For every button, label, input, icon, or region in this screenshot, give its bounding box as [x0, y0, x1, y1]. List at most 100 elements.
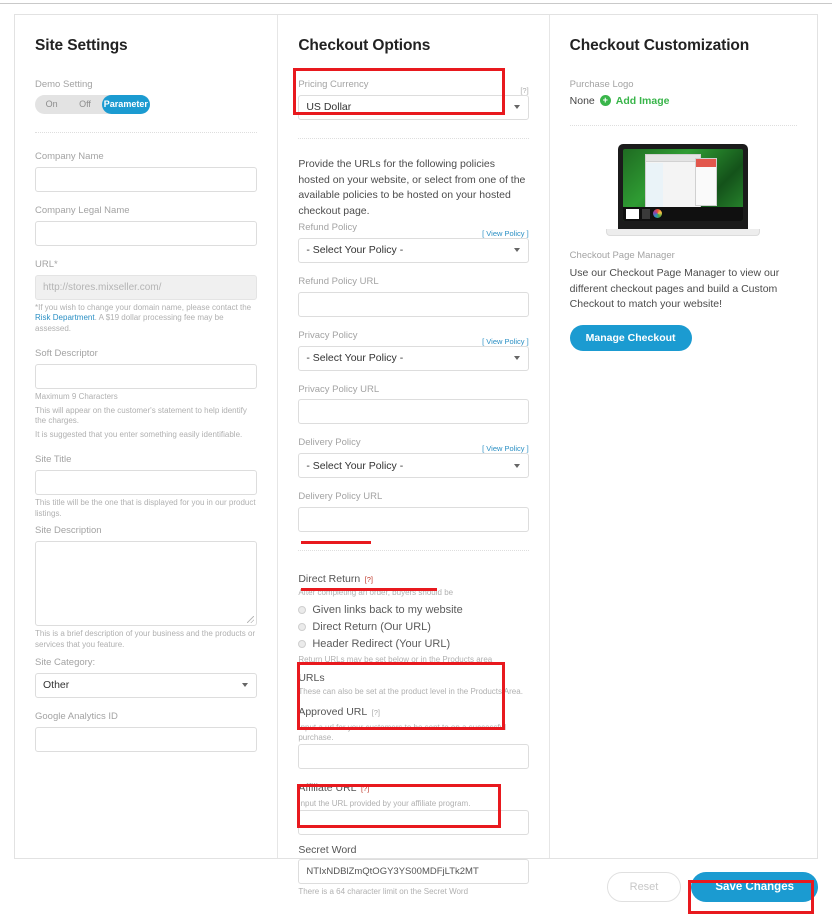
plus-icon[interactable]: + — [599, 95, 611, 107]
direct-return-description: After completing an order, buyers should… — [298, 588, 454, 598]
privacy-policy-label: Privacy Policy — [298, 329, 358, 341]
checkout-options-title: Checkout Options — [298, 37, 431, 54]
checkout-page-manager-label: Checkout Page Manager — [569, 249, 675, 261]
radio-label: Header Redirect (Your URL) — [312, 637, 451, 650]
url-hint-1: *If you wish to change your domain name,… — [35, 302, 252, 312]
divider — [298, 550, 529, 552]
delivery-policy-view-link[interactable]: [ View Policy ] — [482, 444, 529, 453]
site-category-label: Site Category: — [35, 656, 96, 668]
company-legal-name-input[interactable] — [35, 220, 258, 246]
chevron-down-icon — [513, 356, 520, 360]
checkout-page-manager-description: Use our Checkout Page Manager to view ou… — [569, 266, 780, 311]
divider — [569, 124, 797, 126]
chevron-down-icon — [242, 683, 249, 688]
site-description-hint: This is a brief description of your busi… — [35, 629, 256, 650]
url-input[interactable] — [35, 274, 258, 300]
url-hint: *If you wish to change your domain name,… — [35, 303, 257, 335]
preview-window-secondary — [695, 157, 718, 206]
refund-policy-url-input[interactable] — [298, 291, 529, 317]
approved-url-input[interactable] — [298, 744, 529, 770]
pricing-currency-help-icon[interactable]: [?] — [520, 86, 528, 95]
save-changes-button[interactable]: Save Changes — [691, 872, 818, 902]
delivery-policy-select[interactable]: - Select Your Policy - — [298, 453, 529, 479]
demo-setting-toggle[interactable]: On Off Parameter — [35, 94, 150, 114]
urls-section-label: URLs — [298, 671, 325, 684]
delivery-policy-url-label: Delivery Policy URL — [298, 491, 383, 503]
delivery-policy-url-input[interactable] — [298, 507, 529, 533]
privacy-policy-view-link[interactable]: [ View Policy ] — [482, 337, 529, 346]
footer-actions: Reset Save Changes — [14, 872, 818, 902]
delivery-policy-label: Delivery Policy — [298, 437, 361, 449]
page-title: Site Settings — [35, 37, 128, 54]
soft-descriptor-hint-2: This will appear on the customer's state… — [35, 405, 247, 426]
chevron-down-icon — [513, 105, 520, 110]
site-title-input[interactable] — [35, 469, 258, 495]
laptop-base — [606, 228, 761, 236]
google-analytics-input[interactable] — [35, 726, 258, 752]
approved-url-hint: Input a url for your customers to be sen… — [298, 722, 507, 743]
delivery-policy-value: - Select Your Policy - — [306, 459, 404, 472]
toggle-option-off[interactable]: Off — [68, 95, 101, 114]
soft-descriptor-label: Soft Descriptor — [35, 347, 98, 359]
top-bar — [0, 0, 832, 4]
affiliate-url-help-icon[interactable]: [?] — [361, 784, 369, 793]
google-analytics-label: Google Analytics ID — [35, 710, 118, 722]
url-label: URL* — [35, 258, 58, 270]
refund-policy-value: - Select Your Policy - — [306, 244, 404, 257]
direct-return-section: Direct Return [?] After completing an or… — [298, 569, 528, 666]
checkout-preview-image — [570, 143, 797, 236]
secret-word-label: Secret Word — [298, 843, 357, 856]
site-category-value: Other — [43, 679, 70, 692]
site-title-label: Site Title — [35, 453, 72, 465]
privacy-policy-select[interactable]: - Select Your Policy - — [298, 345, 529, 371]
manage-checkout-button[interactable]: Manage Checkout — [569, 325, 692, 351]
site-description-textarea[interactable] — [35, 541, 258, 627]
company-name-input[interactable] — [35, 166, 258, 192]
direct-return-hint: Return URLs may be set below or in the P… — [298, 654, 493, 664]
pricing-currency-select[interactable]: US Dollar — [298, 94, 529, 120]
privacy-policy-url-input[interactable] — [298, 399, 529, 425]
direct-return-help-icon[interactable]: [?] — [365, 575, 373, 584]
affiliate-url-group: Affiliate URL [?] Input the URL provided… — [298, 778, 529, 835]
settings-card: Site Settings Demo Setting On Off Parame… — [14, 14, 818, 896]
site-description-label: Site Description — [35, 525, 102, 537]
toggle-option-parameter[interactable]: Parameter — [101, 94, 150, 114]
policies-intro: Provide the URLs for the following polic… — [298, 157, 526, 218]
divider — [298, 137, 529, 139]
radio-icon[interactable] — [298, 605, 307, 614]
site-title-hint: This title will be the one that is displ… — [35, 497, 256, 518]
radio-label: Given links back to my website — [312, 603, 463, 616]
approved-url-help-icon[interactable]: [?] — [372, 708, 380, 717]
affiliate-url-label: Affiliate URL — [298, 782, 357, 795]
refund-policy-select[interactable]: - Select Your Policy - — [298, 237, 529, 263]
pricing-currency-value: US Dollar — [306, 101, 352, 114]
radio-icon[interactable] — [298, 622, 307, 631]
radio-option-header-redirect[interactable]: Header Redirect (Your URL) — [298, 638, 528, 650]
approved-url-label: Approved URL — [298, 705, 368, 718]
add-image-link[interactable]: Add Image — [616, 95, 670, 107]
demo-setting-label: Demo Setting — [35, 79, 93, 90]
risk-department-link[interactable]: Risk Department — [35, 313, 95, 322]
soft-descriptor-hint-3: It is suggested that you enter something… — [35, 430, 243, 440]
purchase-logo-label: Purchase Logo — [569, 79, 634, 90]
radio-option-direct-return[interactable]: Direct Return (Our URL) — [298, 621, 528, 633]
affiliate-url-input[interactable] — [298, 809, 529, 835]
chevron-down-icon — [513, 463, 520, 468]
purchase-logo-value: None — [569, 94, 595, 107]
site-category-select[interactable]: Other — [35, 672, 258, 698]
refund-policy-url-label: Refund Policy URL — [298, 275, 379, 287]
pricing-currency-label: Pricing Currency — [298, 79, 369, 90]
soft-descriptor-input[interactable] — [35, 363, 258, 389]
direct-return-label: Direct Return — [298, 573, 361, 586]
toggle-option-on[interactable]: On — [35, 95, 68, 114]
refund-policy-view-link[interactable]: [ View Policy ] — [482, 229, 529, 238]
radio-label: Direct Return (Our URL) — [312, 620, 431, 633]
radio-option-given-links[interactable]: Given links back to my website — [298, 604, 528, 616]
preview-window — [645, 153, 702, 212]
reset-button[interactable]: Reset — [606, 872, 682, 902]
radio-icon[interactable] — [298, 639, 307, 648]
soft-descriptor-hint-1: Maximum 9 Characters — [35, 391, 118, 401]
refund-policy-label: Refund Policy — [298, 221, 357, 233]
preview-taskbar — [623, 206, 744, 221]
urls-section-hint: These can also be set at the product lev… — [298, 686, 523, 696]
